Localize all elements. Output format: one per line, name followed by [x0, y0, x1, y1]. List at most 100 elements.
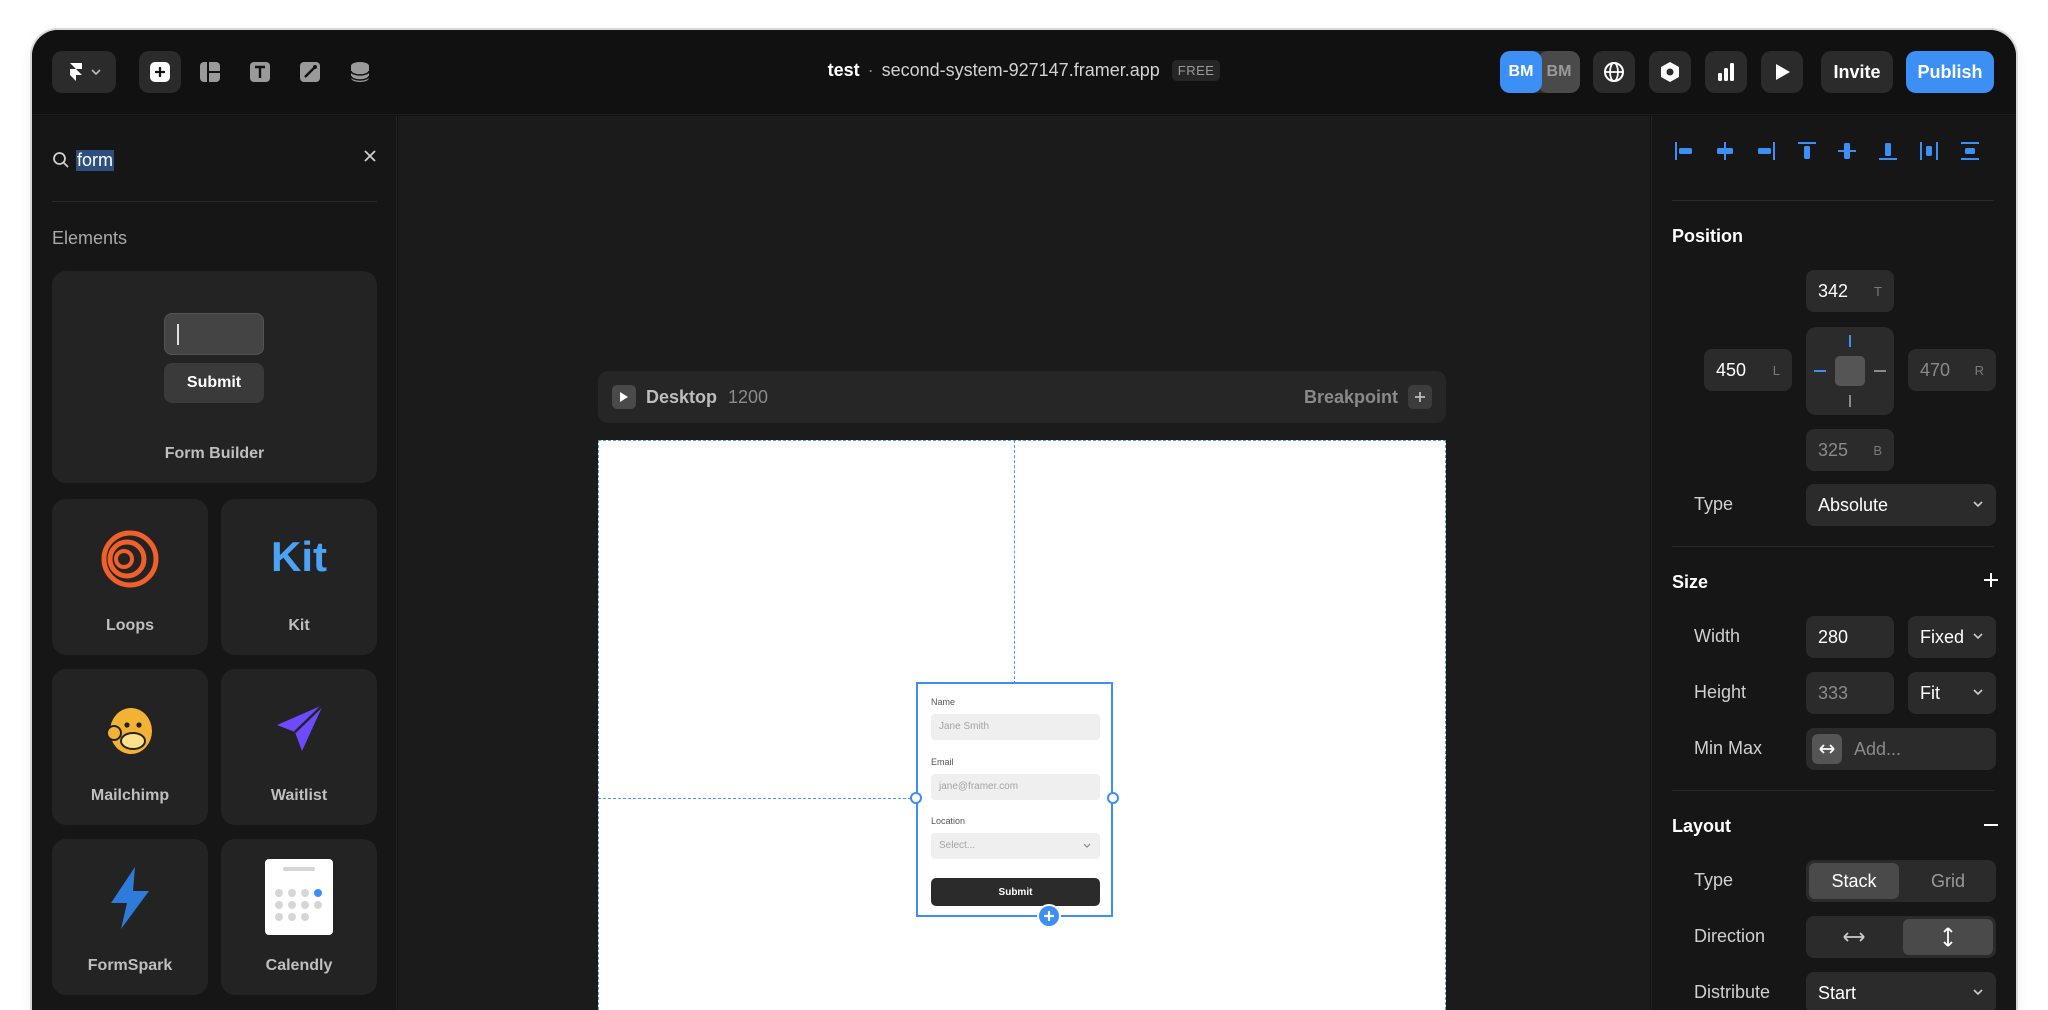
mailchimp-icon — [106, 704, 152, 754]
direction-vertical[interactable] — [1903, 919, 1993, 955]
loops-icon — [101, 530, 159, 588]
minmax-toggle[interactable] — [1812, 734, 1842, 764]
constraint-top[interactable] — [1849, 335, 1851, 347]
resize-handle-left[interactable] — [910, 792, 922, 804]
position-right-input[interactable]: 470 R — [1908, 349, 1996, 391]
position-title: Position — [1672, 226, 1743, 246]
domain-button[interactable] — [1593, 51, 1635, 93]
mailchimp-card[interactable]: Mailchimp — [52, 669, 208, 825]
layout-type-toggle: Stack Grid — [1806, 860, 1996, 902]
framer-window: test · second-system-927147.framer.app F… — [32, 30, 2016, 1010]
position-right-value: 470 — [1920, 359, 1951, 380]
breakpoint-name[interactable]: Desktop — [646, 387, 717, 408]
chevron-down-icon — [1083, 843, 1091, 848]
remove-layout-icon[interactable] — [1983, 823, 1999, 827]
selected-form[interactable]: Name Jane Smith Email jane@framer.com Lo… — [916, 682, 1113, 917]
distance-guide-top — [1014, 440, 1015, 684]
project-domain: second-system-927147.framer.app — [881, 60, 1160, 80]
form-label: Email — [931, 757, 954, 767]
design-canvas[interactable]: Desktop 1200 Breakpoint Name Jane Smith … — [398, 116, 1650, 1010]
divider — [1672, 790, 1994, 791]
align-top-icon[interactable] — [1795, 139, 1819, 163]
form-submit-button[interactable]: Submit — [931, 878, 1100, 906]
align-center-v-icon[interactable] — [1835, 139, 1859, 163]
avatar[interactable]: BM — [1500, 51, 1542, 93]
align-center-h-icon[interactable] — [1713, 139, 1737, 163]
invite-button[interactable]: Invite — [1821, 51, 1893, 93]
add-breakpoint-button[interactable] — [1408, 385, 1432, 409]
direction-horizontal[interactable] — [1809, 919, 1899, 955]
add-item-button[interactable] — [1037, 904, 1061, 928]
constraints-widget[interactable] — [1806, 327, 1894, 415]
layout-type-stack[interactable]: Stack — [1809, 863, 1899, 899]
distribute-select[interactable]: Start — [1806, 972, 1996, 1010]
search-bar[interactable]: form — [52, 144, 377, 176]
width-mode-value: Fixed — [1920, 626, 1965, 647]
search-input[interactable]: form — [76, 149, 114, 171]
resize-handle-right[interactable] — [1107, 792, 1119, 804]
avatar[interactable]: BM — [1538, 51, 1580, 93]
layout-type-grid[interactable]: Grid — [1903, 863, 1993, 899]
search-icon — [53, 152, 69, 168]
publish-button[interactable]: Publish — [1906, 51, 1994, 93]
form-name-input[interactable]: Jane Smith — [931, 714, 1100, 740]
alignment-toolbar — [1672, 136, 1982, 166]
breakpoint-width: 1200 — [728, 387, 769, 407]
align-left-icon[interactable] — [1672, 139, 1696, 163]
analytics-button[interactable] — [1705, 51, 1747, 93]
waitlist-card[interactable]: Waitlist — [221, 669, 377, 825]
clear-search-icon[interactable] — [363, 149, 377, 163]
section-title: Elements — [52, 228, 128, 248]
svg-text:Kit: Kit — [271, 537, 327, 577]
height-input[interactable]: 333 — [1806, 672, 1894, 714]
loops-card[interactable]: Loops — [52, 499, 208, 655]
plus-icon — [1415, 392, 1425, 402]
plan-badge: FREE — [1171, 60, 1221, 81]
distribute-v-icon[interactable] — [1958, 139, 1982, 163]
plus-icon — [1044, 911, 1054, 921]
position-top-input[interactable]: 342 T — [1806, 270, 1894, 312]
position-type-label: Type — [1694, 494, 1734, 514]
breakpoint-bar: Desktop 1200 Breakpoint — [598, 371, 1446, 423]
card-label: Calendly — [265, 957, 333, 974]
align-bottom-icon[interactable] — [1876, 139, 1900, 163]
resize-horizontal-icon — [1819, 744, 1835, 754]
form-builder-card[interactable]: Submit Form Builder — [52, 271, 377, 483]
form-email-input[interactable]: jane@framer.com — [931, 774, 1100, 800]
kit-card[interactable]: Kit Kit — [221, 499, 377, 655]
position-type-select[interactable]: Absolute — [1806, 484, 1996, 526]
constraint-bottom[interactable] — [1849, 395, 1851, 407]
calendly-card[interactable]: Calendly — [221, 839, 377, 995]
distribute-h-icon[interactable] — [1917, 139, 1941, 163]
form-label: Name — [931, 697, 956, 707]
settings-button[interactable] — [1649, 51, 1691, 93]
constraint-right[interactable] — [1874, 370, 1886, 372]
constraint-left[interactable] — [1814, 370, 1826, 372]
divider — [1672, 200, 1994, 201]
properties-panel: Position 342 T 450 L 470 R 325 B Type Ab… — [1651, 116, 2016, 1010]
form-label: Location — [931, 816, 966, 826]
width-mode-select[interactable]: Fixed — [1908, 616, 1996, 658]
align-right-icon[interactable] — [1754, 139, 1778, 163]
minmax-placeholder: Add... — [1854, 738, 1902, 759]
layout-title: Layout — [1672, 816, 1732, 836]
preview-breakpoint-button[interactable] — [612, 385, 636, 409]
position-left-value: 450 — [1716, 359, 1747, 380]
minmax-input[interactable]: Add... — [1806, 728, 1996, 770]
formspark-icon — [111, 867, 149, 929]
height-mode-select[interactable]: Fit — [1908, 672, 1996, 714]
position-left-input[interactable]: 450 L — [1704, 349, 1792, 391]
position-left-suffix: L — [1772, 362, 1780, 378]
form-location-select[interactable]: Select... — [931, 833, 1100, 859]
add-size-icon[interactable] — [1983, 572, 1999, 588]
preview-play-icon — [1776, 64, 1790, 80]
preview-button[interactable] — [1761, 51, 1803, 93]
width-label: Width — [1694, 626, 1741, 646]
collaborators[interactable]: BM BM — [1500, 51, 1580, 93]
card-label: FormSpark — [87, 957, 173, 974]
width-input[interactable]: 280 — [1806, 616, 1894, 658]
breakpoint-label[interactable]: Breakpoint — [1304, 387, 1398, 408]
formspark-card[interactable]: FormSpark — [52, 839, 208, 995]
position-bottom-input[interactable]: 325 B — [1806, 429, 1894, 471]
distribute-value: Start — [1818, 982, 1857, 1003]
